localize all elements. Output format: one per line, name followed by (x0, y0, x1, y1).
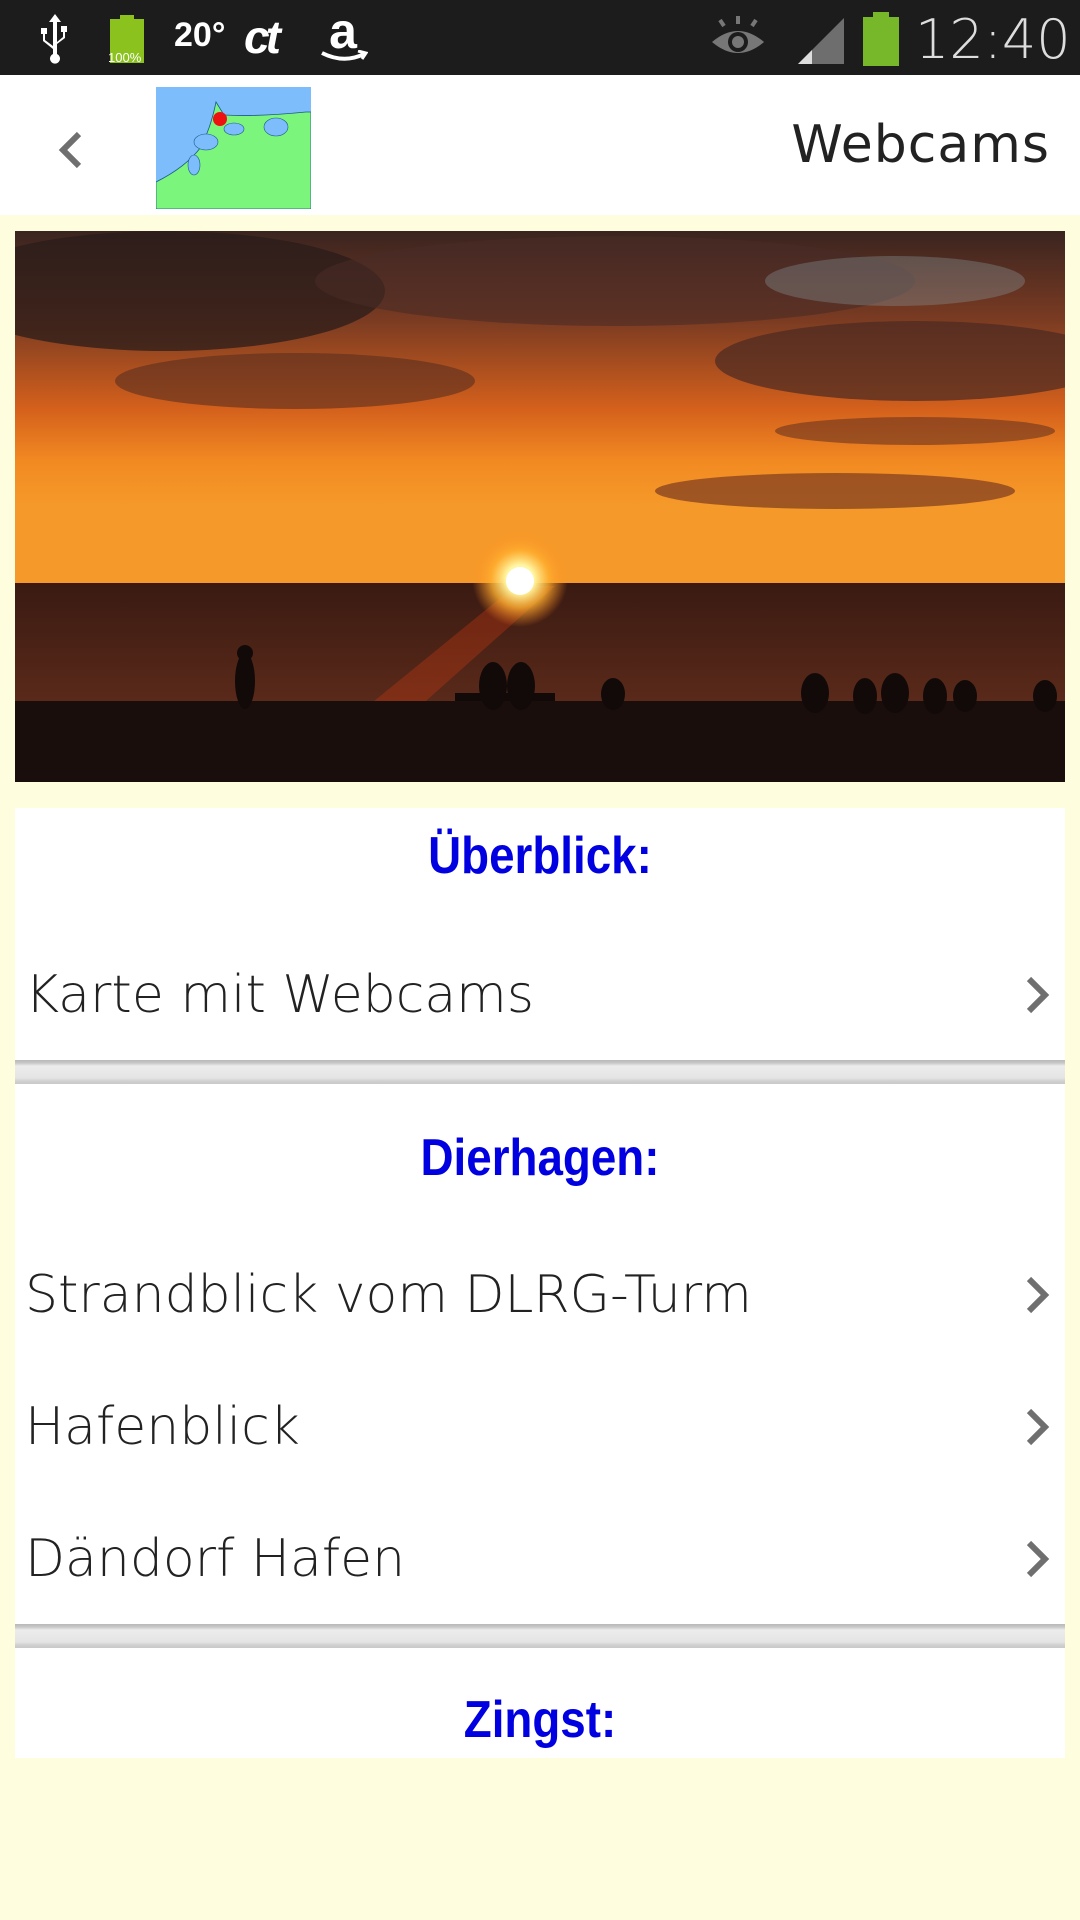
section-zingst: Zingst: (15, 1648, 1065, 1758)
weather-temperature: 20° (174, 16, 226, 54)
coast-map-logo (155, 87, 312, 210)
signal-icon (798, 18, 846, 64)
section-header-overview: Überblick: (428, 827, 652, 885)
battery-icon (862, 12, 900, 66)
list-item-strandblick[interactable]: Strandblick vom DLRG-Turm (15, 1230, 1065, 1360)
app-logo[interactable] (155, 87, 312, 210)
section-header-dierhagen: Dierhagen: (420, 1129, 660, 1187)
chevron-right-icon (1026, 976, 1050, 1014)
section-dierhagen: Dierhagen: Strandblick vom DLRG-Turm Haf… (15, 1084, 1065, 1624)
battery-full-icon: 100% (107, 14, 147, 65)
list-item-label: Strandblick vom DLRG-Turm (25, 1265, 752, 1325)
back-button[interactable] (40, 110, 100, 190)
chevron-right-icon (1026, 1408, 1050, 1446)
status-bar: 100% 20° ct a 12:40 (0, 0, 1080, 75)
page-title: Webcams (791, 115, 1050, 175)
section-divider (15, 1624, 1065, 1648)
chevron-left-icon (58, 131, 82, 169)
usb-icon (35, 12, 75, 64)
list-item-label: Hafenblick (25, 1397, 300, 1457)
list-item-label: Karte mit Webcams (25, 965, 534, 1025)
clock: 12:40 (915, 8, 1071, 71)
battery-percent-label: 100% (108, 50, 142, 65)
list-item-label: Dändorf Hafen (25, 1529, 406, 1589)
list-item-daendorf-hafen[interactable]: Dändorf Hafen (15, 1494, 1065, 1624)
eye-icon (710, 14, 766, 62)
list-item-hafenblick[interactable]: Hafenblick (15, 1362, 1065, 1492)
section-overview: Überblick: Karte mit Webcams (15, 808, 1065, 1060)
ct-app-icon: ct (244, 11, 281, 63)
chevron-right-icon (1026, 1540, 1050, 1578)
hero-sunset-image (15, 231, 1065, 782)
list-item-karte-mit-webcams[interactable]: Karte mit Webcams (15, 930, 1065, 1060)
chevron-right-icon (1026, 1276, 1050, 1314)
section-header-zingst: Zingst: (463, 1691, 617, 1749)
section-divider (15, 1060, 1065, 1084)
amazon-icon: a (318, 3, 368, 68)
app-bar: Webcams (0, 75, 1080, 215)
